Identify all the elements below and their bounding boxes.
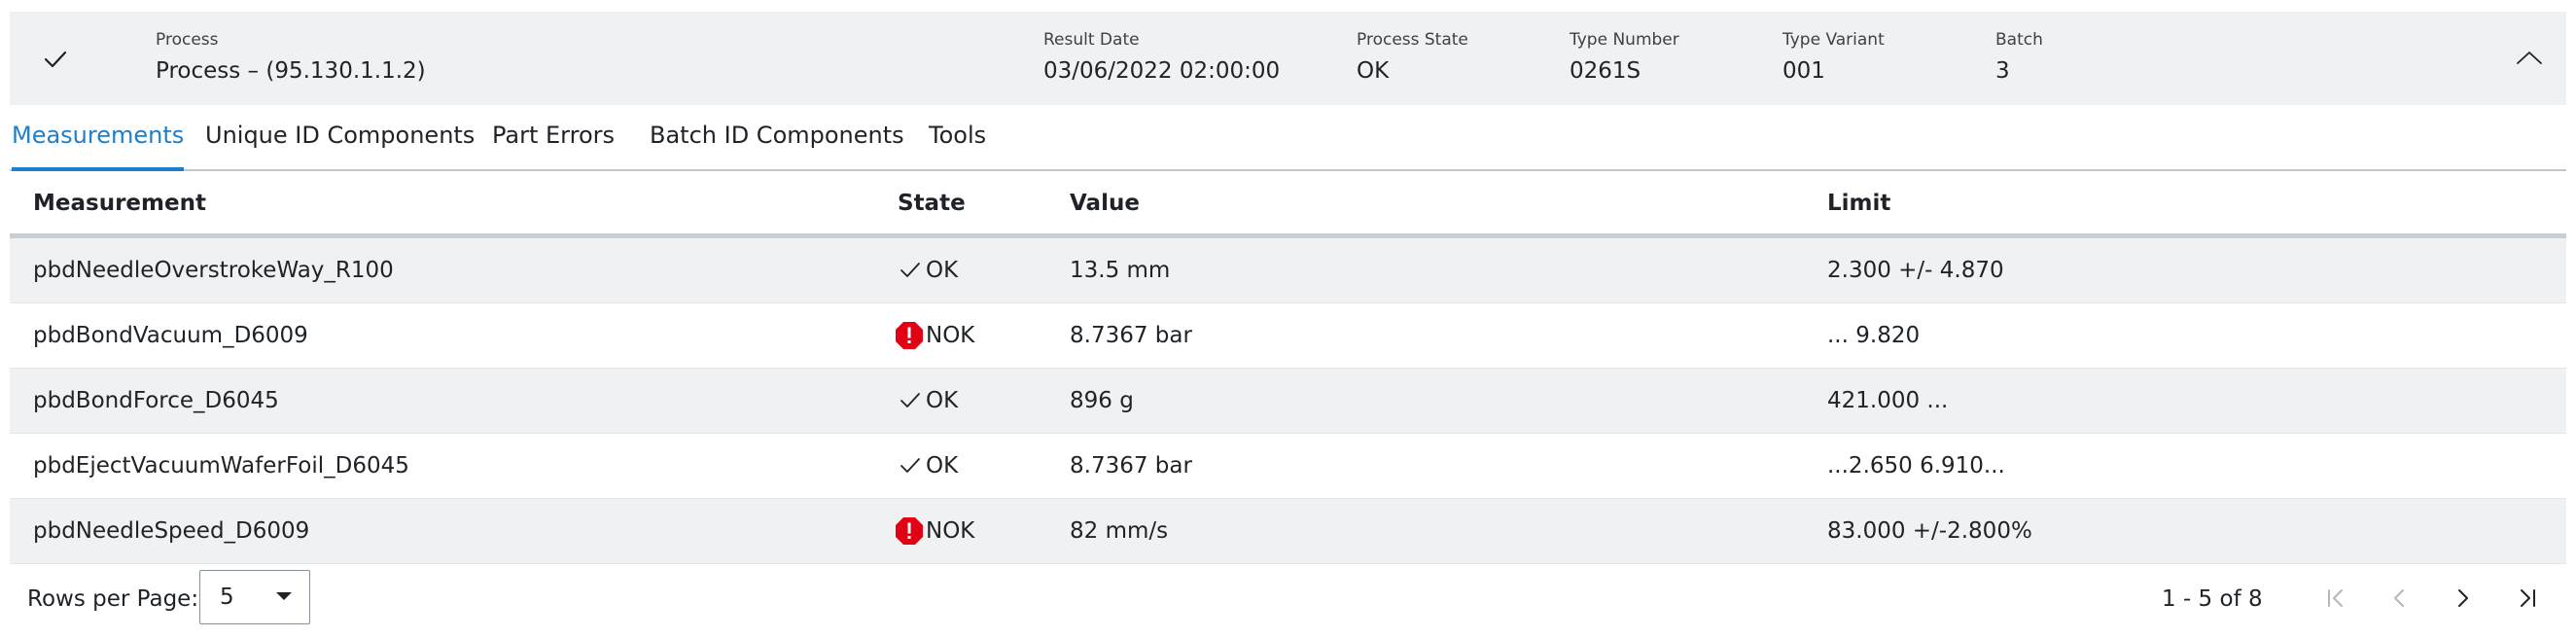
limit-cell: ...2.650 6.910... (1827, 453, 2005, 478)
rows-per-page-value: 5 (220, 585, 234, 610)
limit-cell: 421.000 ... (1827, 388, 1949, 413)
type-number-value: 0261S (1570, 58, 1641, 84)
previous-page-icon[interactable] (2382, 582, 2416, 615)
error-alert-icon (896, 322, 923, 349)
table-row[interactable]: pbdBondForce_D6045 OK 896 g 421.000 ... (10, 369, 2566, 434)
process-header[interactable]: Process Process – (95.130.1.1.2) Result … (10, 12, 2566, 105)
value-cell: 82 mm/s (1070, 518, 1169, 544)
tab-batch-id-components[interactable]: Batch ID Components (650, 121, 904, 161)
state-label: OK (926, 258, 959, 283)
error-alert-icon (896, 517, 923, 545)
batch-label: Batch (1995, 30, 2043, 50)
state-cell: NOK (895, 516, 974, 546)
state-label: NOK (926, 323, 975, 348)
result-date-value: 03/06/2022 02:00:00 (1043, 58, 1281, 84)
rows-per-page-select[interactable]: 5 (199, 570, 310, 624)
next-page-icon[interactable] (2447, 582, 2480, 615)
process-state-value: OK (1357, 58, 1390, 84)
type-variant-label: Type Variant (1782, 30, 1885, 50)
pagination-bar: Rows per Page: 5 1 - 5 of 8 (10, 564, 2566, 628)
tab-unique-id-components-label: Unique ID Components (205, 122, 476, 149)
tab-part-errors[interactable]: Part Errors (492, 121, 615, 161)
process-state-field: Process State OK (1357, 29, 1468, 86)
batch-value: 3 (1995, 58, 2010, 84)
caret-down-icon (276, 592, 292, 600)
type-number-label: Type Number (1570, 30, 1679, 50)
tab-measurements[interactable]: Measurements (12, 121, 185, 171)
type-variant-field: Type Variant 001 (1782, 29, 1885, 86)
tab-batch-id-components-label: Batch ID Components (650, 122, 904, 149)
table-row[interactable]: pbdNeedleOverstrokeWay_R100 OK 13.5 mm 2… (10, 238, 2566, 303)
measurement-cell: pbdEjectVacuumWaferFoil_D6045 (33, 453, 409, 478)
first-page-icon[interactable] (2319, 582, 2352, 615)
value-cell: 8.7367 bar (1070, 453, 1192, 478)
type-number-field: Type Number 0261S (1570, 29, 1679, 86)
column-header-limit[interactable]: Limit (1827, 189, 1890, 218)
process-label: Process (156, 30, 219, 50)
state-cell: OK (899, 451, 958, 480)
table-row[interactable]: pbdEjectVacuumWaferFoil_D6045 OK 8.7367 … (10, 434, 2566, 499)
process-result-panel: Process Process – (95.130.1.1.2) Result … (0, 0, 2576, 638)
tab-measurements-label: Measurements (12, 122, 185, 149)
table-row[interactable]: pbdNeedleSpeed_D6009 NOK 82 mm/s 83.000 … (10, 499, 2566, 564)
value-cell: 13.5 mm (1070, 258, 1171, 283)
measurements-table: Measurement State Value Limit pbdNeedleO… (10, 171, 2566, 564)
tab-tools[interactable]: Tools (929, 121, 986, 161)
table-header: Measurement State Value Limit (10, 171, 2566, 238)
process-state-label: Process State (1357, 30, 1468, 50)
limit-cell: 2.300 +/- 4.870 (1827, 258, 2004, 283)
rows-per-page-label: Rows per Page: (27, 586, 199, 612)
tab-part-errors-label: Part Errors (492, 122, 616, 149)
checkmark-icon (900, 393, 920, 408)
state-label: OK (926, 388, 959, 413)
result-date-label: Result Date (1043, 30, 1140, 50)
result-date-field: Result Date 03/06/2022 02:00:00 (1043, 29, 1280, 86)
checkmark-icon (900, 263, 920, 277)
column-header-state[interactable]: State (898, 189, 966, 218)
value-cell: 896 g (1070, 388, 1134, 413)
measurement-cell: pbdNeedleSpeed_D6009 (33, 518, 310, 544)
measurement-cell: pbdBondVacuum_D6009 (33, 323, 308, 348)
measurement-cell: pbdBondForce_D6045 (33, 388, 279, 413)
state-label: NOK (926, 518, 975, 544)
process-field: Process Process – (95.130.1.1.2) (156, 29, 426, 86)
tab-bar: Measurements Unique ID Components Part E… (10, 105, 2566, 171)
limit-cell: 83.000 +/-2.800% (1827, 518, 2032, 544)
batch-field: Batch 3 (1995, 29, 2043, 86)
checkmark-icon (44, 51, 67, 68)
last-page-icon[interactable] (2511, 582, 2544, 615)
checkmark-icon (900, 458, 920, 473)
chevron-up-icon[interactable] (2514, 43, 2545, 74)
tab-unique-id-components[interactable]: Unique ID Components (205, 121, 475, 161)
state-cell: OK (899, 256, 958, 285)
page-range-text: 1 - 5 of 8 (2162, 586, 2263, 612)
state-label: OK (926, 453, 959, 478)
column-header-value[interactable]: Value (1070, 189, 1140, 218)
measurement-cell: pbdNeedleOverstrokeWay_R100 (33, 258, 394, 283)
column-header-measurement[interactable]: Measurement (33, 189, 206, 218)
type-variant-value: 001 (1782, 58, 1825, 84)
value-cell: 8.7367 bar (1070, 323, 1192, 348)
tab-tools-label: Tools (929, 122, 987, 149)
state-cell: NOK (895, 321, 974, 350)
limit-cell: ... 9.820 (1827, 323, 1921, 348)
table-row[interactable]: pbdBondVacuum_D6009 NOK 8.7367 bar ... 9… (10, 303, 2566, 369)
process-value: Process – (95.130.1.1.2) (156, 58, 426, 84)
state-cell: OK (899, 386, 958, 415)
